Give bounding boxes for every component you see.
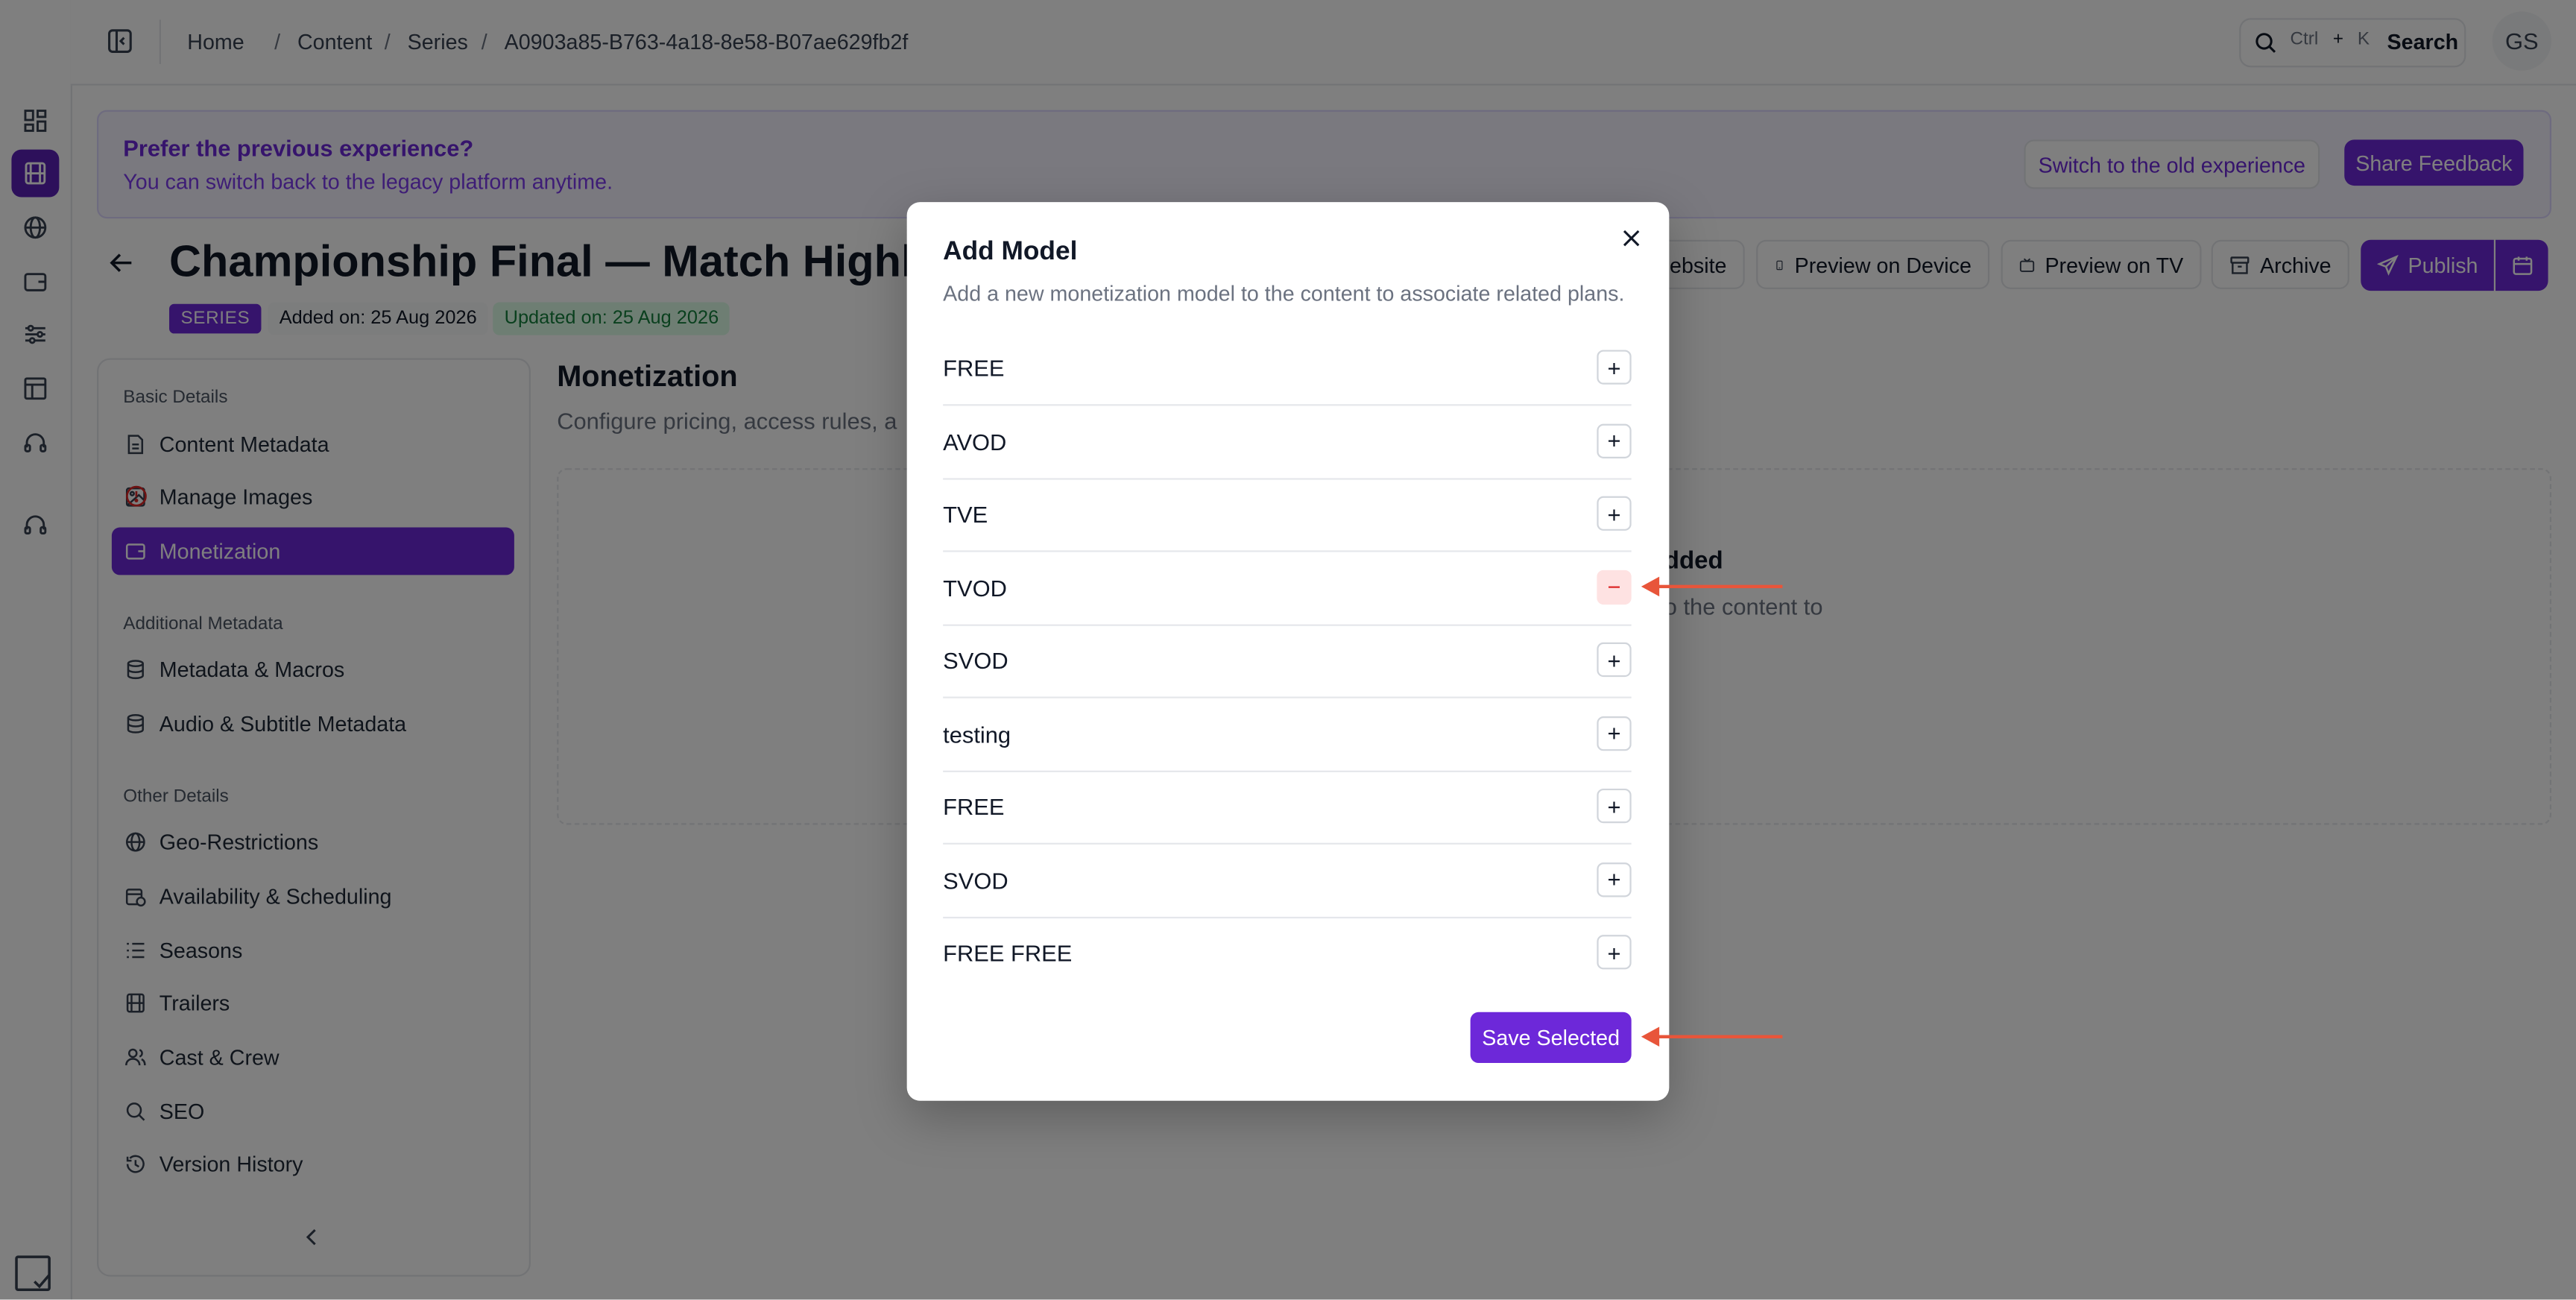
model-name: TVE <box>943 501 988 528</box>
model-name: AVOD <box>943 428 1007 455</box>
dialog-title: Add Model <box>943 238 1078 267</box>
model-row: TVE + <box>943 478 1632 552</box>
model-name: TVOD <box>943 574 1007 601</box>
annotation-arrow-save <box>1641 1026 1783 1047</box>
add-model-button[interactable]: + <box>1597 862 1632 897</box>
model-name: FREE <box>943 355 1005 382</box>
add-model-button[interactable]: + <box>1597 496 1632 531</box>
dialog-description: Add a new monetization model to the cont… <box>943 280 1625 306</box>
add-model-button[interactable]: + <box>1597 715 1632 751</box>
model-name: FREE <box>943 793 1005 820</box>
model-name: SVOD <box>943 866 1008 893</box>
model-row: TVOD − <box>943 551 1632 625</box>
add-model-button[interactable]: + <box>1597 350 1632 385</box>
save-selected-button[interactable]: Save Selected <box>1470 1012 1632 1064</box>
model-name: SVOD <box>943 647 1008 674</box>
model-row: SVOD + <box>943 844 1632 918</box>
model-row: FREE + <box>943 332 1632 406</box>
add-model-button[interactable]: + <box>1597 788 1632 824</box>
model-name: testing <box>943 720 1011 747</box>
add-model-button[interactable]: + <box>1597 935 1632 970</box>
remove-model-button[interactable]: − <box>1597 569 1632 605</box>
add-model-dialog: Add Model Add a new monetization model t… <box>906 202 1670 1101</box>
model-row: SVOD + <box>943 625 1632 698</box>
model-name: FREE FREE <box>943 939 1073 967</box>
model-row: FREE + <box>943 771 1632 845</box>
app-screen: Home / Content / Series / A0903a85-B763-… <box>0 0 2576 1300</box>
model-row: testing + <box>943 698 1632 772</box>
annotation-arrow-remove <box>1641 576 1783 597</box>
add-model-button[interactable]: + <box>1597 642 1632 678</box>
model-row: FREE FREE + <box>943 917 1632 989</box>
add-model-button[interactable]: + <box>1597 423 1632 458</box>
model-row: AVOD + <box>943 405 1632 479</box>
close-icon[interactable] <box>1620 227 1643 250</box>
